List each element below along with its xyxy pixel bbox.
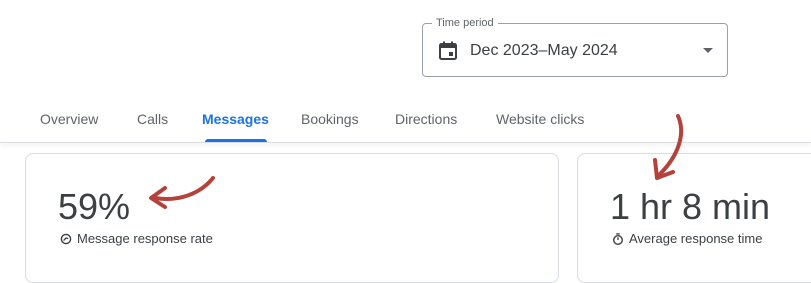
chevron-down-icon [703,48,713,53]
tab-calls[interactable]: Calls [137,110,168,128]
response-time-card: 1 hr 8 min Average response time [577,153,811,283]
tab-website-clicks[interactable]: Website clicks [496,110,584,128]
response-rate-icon [60,233,72,245]
tab-overview[interactable]: Overview [40,110,98,128]
time-period-dropdown[interactable]: Time period Dec 2023–May 2024 [422,16,728,77]
response-time-label: Average response time [629,231,763,246]
response-time-value: 1 hr 8 min [610,186,771,227]
response-time-label-row: Average response time [612,231,762,247]
tab-messages[interactable]: Messages [202,110,269,128]
time-period-legend: Time period [432,16,498,30]
time-period-value: Dec 2023–May 2024 [470,42,618,59]
response-rate-label: Message response rate [77,231,213,246]
response-rate-value: 59% [58,186,131,227]
tab-directions[interactable]: Directions [395,110,457,128]
response-rate-card: 59% Message response rate [25,153,559,283]
tab-bookings[interactable]: Bookings [301,110,359,128]
stopwatch-icon [613,233,623,245]
tabs-divider [0,142,811,143]
metrics-tabs: Overview Calls Messages Bookings Directi… [0,100,811,144]
response-rate-label-row: Message response rate [60,231,213,247]
calendar-icon [439,41,457,60]
